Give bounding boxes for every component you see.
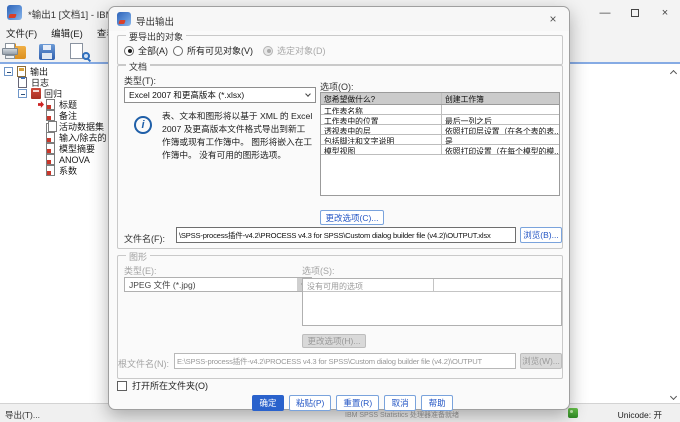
scroll-down-icon[interactable] <box>668 392 679 403</box>
spss-dialog-icon <box>117 12 131 26</box>
dialog-close-button[interactable]: × <box>545 11 561 27</box>
doc-options-table: 您希望做什么? 创建工作簿 工作表名称 工作表中的位置 最后一列之后 透视表中的… <box>320 92 560 196</box>
collapse-expander-icon[interactable] <box>18 89 27 98</box>
doc-type-dropdown[interactable]: Excel 2007 和更高版本 (*.xlsx) <box>124 87 316 103</box>
info-icon: i <box>134 116 152 134</box>
doc-info-text: 表、文本和图形将以基于 XML 的 Excel 2007 及更高版本文件格式导出… <box>162 111 313 161</box>
open-folder-checkbox-row[interactable]: 打开所在文件夹(O) <box>117 379 208 392</box>
group-legend: 图形 <box>126 250 151 263</box>
export-output-dialog: 导出输出 × 要导出的对象 全部(A) 所有可见对象(V) 选定对象(D) 文档… <box>108 6 570 411</box>
table-icon <box>46 154 56 165</box>
radio-all-visible[interactable]: 所有可见对象(V) <box>173 44 253 57</box>
title-page-icon <box>46 99 56 110</box>
tree-item-anova[interactable]: ANOVA <box>2 154 106 165</box>
export-objects-radios: 全部(A) 所有可见对象(V) 选定对象(D) <box>118 44 562 58</box>
table-header-row: 您希望做什么? 创建工作簿 <box>321 93 559 105</box>
graphics-options-label: 选项(S): <box>302 266 335 276</box>
browse-button[interactable]: 浏览(B)... <box>520 227 562 243</box>
graphics-group: 图形 类型(E): JPEG 文件 (*.jpg) 选项(S): 没有可用的选项… <box>117 250 563 379</box>
vertical-scrollbar[interactable] <box>668 66 679 403</box>
document-group: 文档 类型(T): Excel 2007 和更高版本 (*.xlsx) i 表、… <box>117 60 563 249</box>
window-controls: — × <box>590 0 680 26</box>
save-icon[interactable] <box>37 42 59 61</box>
table-row[interactable]: 透视表中的层 依照打印层设置（在各个表的表... <box>321 125 559 135</box>
cancel-button[interactable]: 取消 <box>384 395 417 411</box>
radio-all[interactable]: 全部(A) <box>124 44 168 57</box>
radio-selected-objects: 选定对象(D) <box>263 44 326 57</box>
collapse-expander-icon[interactable] <box>4 67 13 76</box>
print-preview-icon[interactable] <box>68 42 92 63</box>
graphics-type-label: 类型(E): <box>124 266 157 276</box>
output-tree: 输出 日志 回归 标题 备注 活动数据集 输入/除去的 模型摘要 ANOVA 系… <box>2 66 106 176</box>
dataset-icon <box>46 121 57 132</box>
dialog-buttons: 确定 粘贴(P) 重置(R) 取消 帮助 <box>252 395 454 411</box>
filename-input[interactable] <box>176 227 516 243</box>
menu-edit[interactable]: 编辑(E) <box>51 26 83 41</box>
menu-file[interactable]: 文件(F) <box>6 26 37 41</box>
tree-item-model-summary[interactable]: 模型摘要 <box>2 143 106 154</box>
spss-app-icon <box>7 5 22 20</box>
close-icon: × <box>549 12 557 26</box>
table-icon <box>46 165 56 176</box>
tree-item-output[interactable]: 输出 <box>2 66 106 77</box>
filename-label: 文件名(F): <box>124 234 165 244</box>
close-button[interactable]: × <box>650 0 680 26</box>
reset-button[interactable]: 重置(R) <box>336 395 380 411</box>
radio-selected-icon <box>124 45 134 56</box>
table-row[interactable]: 模型视图 依照打印设置（在每个模型的模... <box>321 145 559 155</box>
group-legend: 文档 <box>126 60 151 73</box>
paste-button[interactable]: 粘贴(P) <box>289 395 332 411</box>
rootname-label: 根文件名(N): <box>118 359 169 369</box>
table-icon <box>46 132 56 143</box>
table-row[interactable]: 工作表名称 <box>321 105 559 115</box>
tree-item-title[interactable]: 标题 <box>2 99 106 110</box>
graphics-browse-button: 浏览(W)... <box>520 353 562 369</box>
log-icon <box>18 77 28 88</box>
dialog-title-bar: 导出输出 × <box>109 7 569 31</box>
status-export-text: 导出(T)... <box>5 410 40 420</box>
table-row[interactable]: 包括脚注和文字说明 是 <box>321 135 559 145</box>
dialog-title: 导出输出 <box>136 17 175 28</box>
tree-item-regression[interactable]: 回归 <box>2 88 106 99</box>
maximize-button[interactable] <box>620 0 650 26</box>
tree-item-variables-entered[interactable]: 输入/除去的变量 <box>2 132 106 143</box>
radio-disabled-icon <box>263 45 273 56</box>
table-row[interactable]: 工作表中的位置 最后一列之后 <box>321 115 559 125</box>
ok-button[interactable]: 确定 <box>252 395 284 411</box>
no-options-text: 没有可用的选项 <box>307 282 363 291</box>
current-item-arrow-icon <box>37 101 44 108</box>
minimize-icon: — <box>599 7 611 19</box>
processor-status-text: IBM SPSS Statistics 处理器准备就绪 <box>345 412 459 419</box>
chevron-down-icon <box>301 88 315 102</box>
minimize-button[interactable]: — <box>590 0 620 26</box>
scroll-up-icon[interactable] <box>668 66 679 77</box>
change-options-button[interactable]: 更改选项(C)... <box>320 210 384 225</box>
notes-icon <box>46 110 56 121</box>
tree-item-log[interactable]: 日志 <box>2 77 106 88</box>
unicode-status: Unicode: 开 <box>617 410 662 420</box>
close-icon: × <box>661 7 669 19</box>
table-icon <box>46 143 56 154</box>
output-root-icon <box>17 66 27 77</box>
radio-unselected-icon <box>173 45 183 56</box>
maximize-icon <box>631 9 639 17</box>
doc-type-label: 类型(T): <box>124 76 156 86</box>
tree-item-notes[interactable]: 备注 <box>2 110 106 121</box>
graphics-change-options-button: 更改选项(H)... <box>302 334 366 348</box>
print-icon[interactable] <box>2 43 19 59</box>
group-legend: 要导出的对象 <box>126 30 187 43</box>
export-objects-group: 要导出的对象 全部(A) 所有可见对象(V) 选定对象(D) <box>117 30 563 65</box>
rootname-input <box>174 353 516 369</box>
checkbox-unchecked-icon[interactable] <box>117 380 127 391</box>
help-button[interactable]: 帮助 <box>421 395 454 411</box>
graphics-options-box: 没有可用的选项 <box>302 278 562 326</box>
tree-item-active-dataset[interactable]: 活动数据集 <box>2 121 106 132</box>
processor-status-icon <box>568 408 578 418</box>
tree-item-coefficients[interactable]: 系数 <box>2 165 106 176</box>
regression-book-icon <box>31 88 41 99</box>
graphics-type-dropdown: JPEG 文件 (*.jpg) <box>124 277 312 292</box>
